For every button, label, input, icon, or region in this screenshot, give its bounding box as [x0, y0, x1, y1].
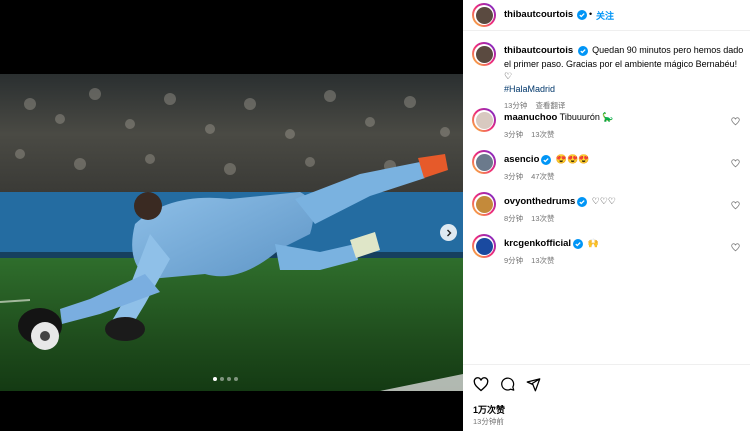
comment-username[interactable]: ovyonthedrums	[504, 196, 575, 207]
comment-icon[interactable]	[500, 377, 515, 392]
comment-heart-icon[interactable]	[731, 117, 740, 126]
carousel-dot	[227, 377, 231, 381]
chevron-right-icon	[446, 229, 451, 236]
comment-avatar[interactable]	[472, 108, 496, 132]
post-header: thibautcourtois • 关注	[463, 0, 750, 31]
goalkeeper-dive-photo	[0, 74, 463, 391]
comment-time[interactable]: 9分钟	[504, 256, 523, 265]
post-actions: 1万次赞 13分钟前	[463, 364, 750, 431]
post-side-panel: thibautcourtois • 关注 thibautcourtois Que…	[463, 0, 750, 431]
carousel-dot	[213, 377, 217, 381]
comment-likes[interactable]: 47次赞	[531, 172, 554, 181]
share-icon[interactable]	[526, 377, 541, 392]
comment-likes[interactable]: 13次赞	[531, 214, 554, 223]
comment-username[interactable]: asencio	[504, 154, 539, 165]
author-username[interactable]: thibautcourtois	[504, 9, 573, 20]
comment-row: krcgenkofficial 🙌 9分钟 13次赞	[463, 233, 750, 273]
comment-username[interactable]: maanuchoo	[504, 112, 557, 123]
verified-badge-icon	[577, 10, 587, 20]
comment-time[interactable]: 8分钟	[504, 214, 523, 223]
comment-username[interactable]: krcgenkofficial	[504, 238, 571, 249]
caption-avatar[interactable]	[472, 42, 496, 66]
comment-text: 🙌	[587, 238, 599, 248]
verified-badge-icon	[577, 196, 588, 207]
comment-row: maanuchoo Tibuuurón 🦕 3分钟 13次赞	[463, 107, 750, 147]
comment-heart-icon[interactable]	[731, 159, 740, 168]
comment-heart-icon[interactable]	[731, 201, 740, 210]
like-count[interactable]: 1万次赞	[473, 403, 505, 416]
comment-likes[interactable]: 13次赞	[531, 130, 554, 139]
comment-heart-icon[interactable]	[731, 243, 740, 252]
hashtag-link[interactable]: #HalaMadrid	[504, 84, 555, 94]
post-photo	[0, 74, 463, 391]
carousel-next-button[interactable]	[440, 224, 457, 241]
comment-row: ovyonthedrums ♡♡♡ 8分钟 13次赞	[463, 191, 750, 231]
caption-username[interactable]: thibautcourtois	[504, 45, 573, 56]
carousel-dot	[220, 377, 224, 381]
carousel-dots	[213, 377, 238, 381]
post-timestamp[interactable]: 13分钟前	[473, 416, 504, 427]
comment-avatar[interactable]	[472, 234, 496, 258]
verified-badge-icon	[577, 45, 588, 56]
comment-text: ♡♡♡	[591, 196, 616, 206]
author-avatar[interactable]	[472, 3, 496, 27]
verified-badge-icon	[573, 238, 584, 249]
comment-avatar[interactable]	[472, 192, 496, 216]
comment-avatar[interactable]	[472, 150, 496, 174]
verified-badge-icon	[541, 154, 552, 165]
comment-text: 😍😍😍	[555, 154, 590, 164]
comment-time[interactable]: 3分钟	[504, 130, 523, 139]
carousel-dot	[234, 377, 238, 381]
caption-text: thibautcourtois Quedan 90 minutos pero h…	[504, 44, 744, 95]
heart-icon[interactable]	[473, 377, 489, 392]
follow-button[interactable]: 关注	[596, 9, 614, 22]
post-media	[0, 0, 463, 431]
separator-dot: •	[589, 9, 593, 19]
comment-likes[interactable]: 13次赞	[531, 256, 554, 265]
comment-text: Tibuuurón 🦕	[559, 112, 614, 122]
comment-row: asencio 😍😍😍 3分钟 47次赞	[463, 149, 750, 189]
comment-time[interactable]: 3分钟	[504, 172, 523, 181]
